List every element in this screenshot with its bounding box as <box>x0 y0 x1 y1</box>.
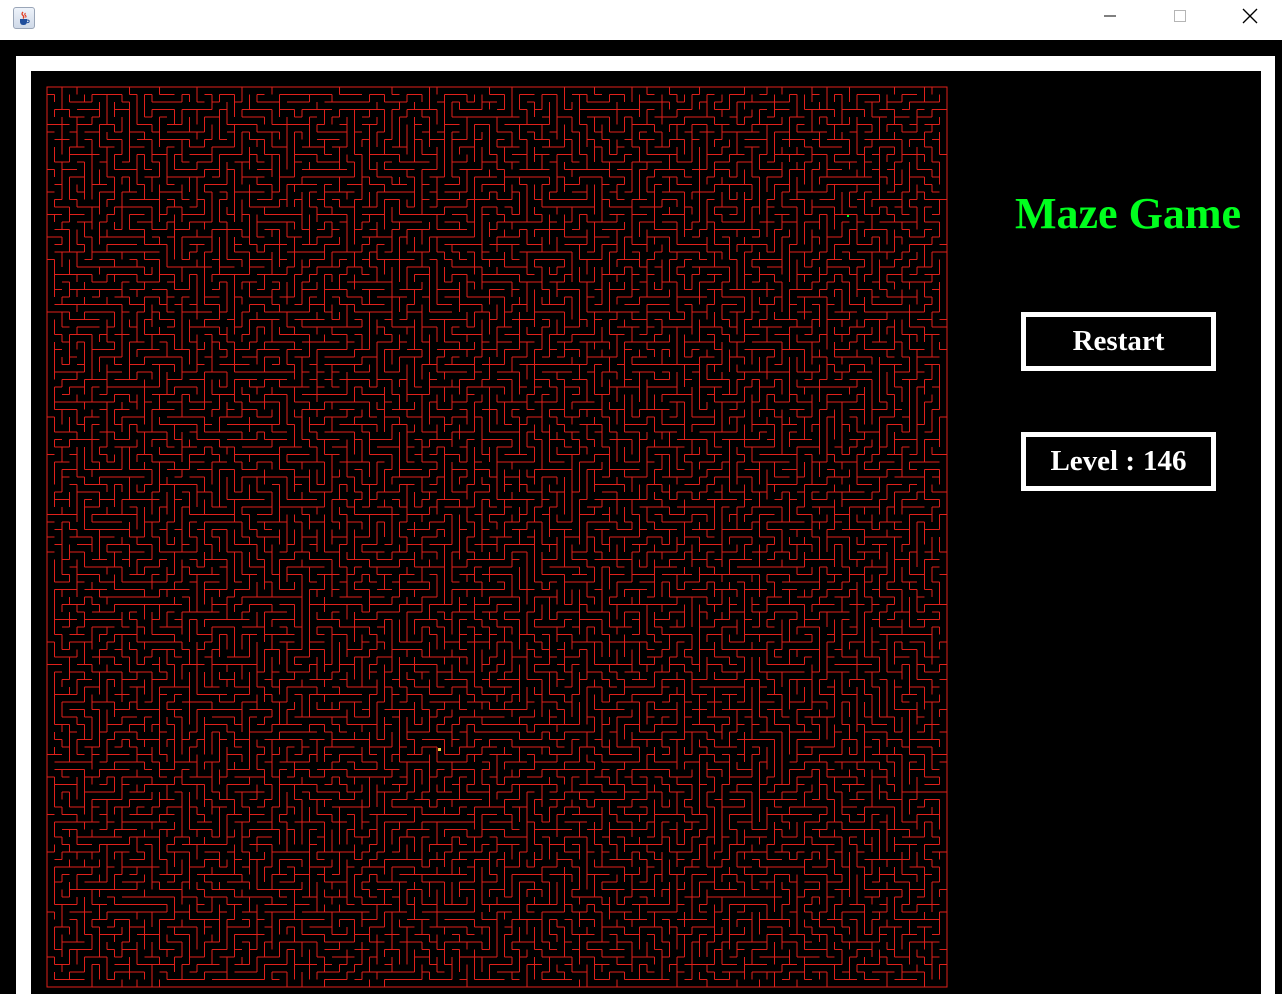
maze-walls <box>46 86 948 988</box>
level-indicator: Level : 146 <box>1021 432 1216 491</box>
minimize-icon <box>1103 9 1117 28</box>
java-cup-icon[interactable] <box>13 7 35 29</box>
title-bar <box>0 0 1282 40</box>
maximize-icon <box>1173 9 1187 28</box>
close-button[interactable] <box>1215 0 1282 36</box>
goal-marker <box>847 215 849 217</box>
level-value: 146 <box>1143 445 1187 477</box>
maze-board[interactable] <box>46 86 948 988</box>
maze-grid[interactable] <box>46 86 948 988</box>
maximize-button[interactable] <box>1145 0 1215 36</box>
game-title: Maze Game <box>1015 189 1241 238</box>
restart-button-label: Restart <box>1072 325 1165 357</box>
level-label: Level : <box>1050 445 1136 477</box>
restart-button[interactable]: Restart <box>1021 312 1216 371</box>
minimize-button[interactable] <box>1075 0 1145 36</box>
app-window: Maze Game Restart Level : 146 <box>0 0 1282 994</box>
close-icon <box>1242 8 1258 29</box>
player-marker <box>438 748 441 751</box>
